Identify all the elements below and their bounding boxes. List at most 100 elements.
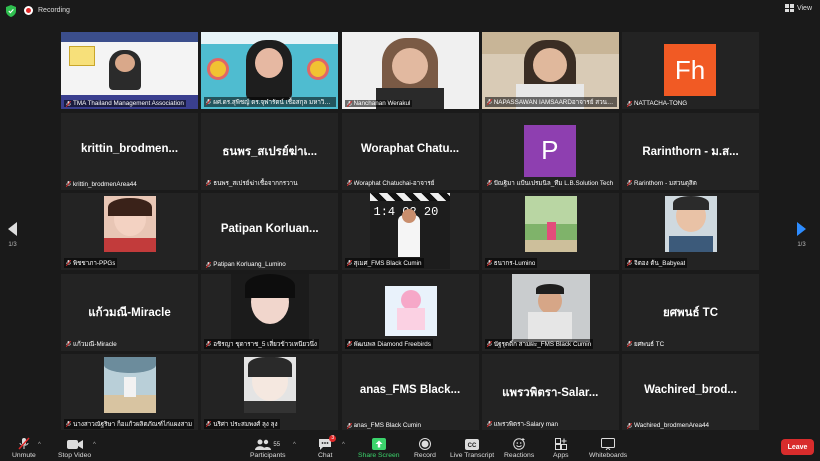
chat-label: Chat — [318, 452, 333, 459]
participant-tile[interactable]: ผศ.ดร.สุพิชญ์ ดร.จุฬารัตน์ เชื้อสกุล มหา… — [201, 32, 339, 109]
reactions-button[interactable]: Reactions — [504, 437, 534, 459]
recording-label: Recording — [38, 7, 70, 14]
microphone-muted-icon — [206, 99, 212, 105]
audio-options-caret-icon[interactable]: ^ — [38, 442, 41, 448]
participant-tile[interactable]: แพรวพิตรา-Salar... แพรวพิตรา-Salary man — [481, 354, 619, 431]
participant-name-text: Patipan Korluang_Lumino — [213, 261, 286, 268]
participant-tile[interactable]: ยศพนธ์ TC ยศพนธ์ TC — [622, 273, 759, 351]
microphone-muted-icon — [627, 422, 632, 429]
participant-tile[interactable]: ธนพร_สเปรย์ฆ่าเ... ธนพร_สเปรย์ฆ่าเชื้อจาก… — [201, 112, 339, 190]
video-camera-icon — [66, 440, 83, 449]
share-screen-label: Share Screen — [358, 452, 400, 459]
participant-name-label: Woraphat Chatuchai-อาจารย์ — [345, 178, 437, 188]
participant-display-name: krittin_brodmen... — [80, 142, 179, 155]
participant-name-label: แก้วมณี-Miracle — [64, 339, 119, 349]
video-options-caret-icon[interactable]: ^ — [93, 442, 96, 448]
microphone-muted-icon — [66, 100, 71, 107]
stop-video-button[interactable]: Stop Video — [58, 439, 91, 459]
view-label: View — [796, 4, 812, 12]
previous-page-button[interactable]: 1/3 — [8, 222, 17, 248]
participant-display-name: Wachired_brod... — [644, 384, 737, 396]
record-icon — [418, 438, 431, 450]
participants-count: 55 — [273, 441, 281, 448]
participants-options-caret-icon[interactable]: ^ — [293, 442, 296, 448]
participant-display-name: แก้วมณี-Miracle — [88, 306, 171, 319]
participant-name-text: นริศา ประสมพงศ์ ลุง ลุง — [213, 421, 278, 428]
microphone-muted-icon — [346, 422, 352, 429]
participant-name-label: ผศ.ดร.สุพิชญ์ ดร.จุฬารัตน์ เชื้อสกุล มหา… — [204, 97, 337, 107]
participant-name-text: ธนพร_สเปรย์ฆ่าเชื้อจากกรวาน — [213, 179, 298, 187]
participant-name-label: anas_FMS Black Cumin — [345, 422, 424, 429]
participant-tile[interactable]: NAPASSAWAN IAMSAARDอาจารย์ สวนดุสิต — [481, 32, 619, 109]
participant-tile[interactable]: Nanchanan Werakul — [341, 32, 479, 109]
microphone-muted-icon — [486, 179, 492, 186]
microphone-muted-icon — [346, 260, 352, 266]
participant-tile[interactable]: anas_FMS Black... anas_FMS Black Cumin — [341, 354, 479, 431]
microphone-muted-icon — [18, 437, 30, 450]
participant-tile[interactable]: 1:4 02 20สุเมศ_FMS Black Cumin — [341, 193, 479, 270]
participant-tile[interactable]: TMA Thailand Management Association — [61, 32, 198, 109]
unmute-label: Unmute — [12, 452, 36, 459]
participant-tile[interactable]: นางสาวณัฐริษา ก็อแก้วผลิตภัณฑ์ไก่แผงสาม — [61, 354, 198, 431]
apps-button[interactable]: Apps — [553, 438, 569, 459]
shield-icon[interactable] — [6, 5, 16, 17]
next-page-button[interactable]: 1/3 — [797, 222, 806, 248]
live-transcript-button[interactable]: CC Live Transcript — [450, 439, 494, 459]
participant-name-text: ธนากร-Lumino — [493, 260, 536, 267]
view-button[interactable]: View — [784, 4, 812, 12]
participant-tile[interactable]: P ปัณฐิมา แป้นเปรมนิล_ทีม L.B.Solution Te… — [481, 112, 619, 190]
participant-name-label: ยศพนธ์ TC — [625, 339, 666, 349]
leave-button[interactable]: Leave — [781, 439, 814, 455]
participant-name-label: นริศา ประสมพงศ์ ลุง ลุง — [204, 419, 280, 429]
participant-name-text: พัฒนพล Diamond Freebirds — [353, 340, 431, 348]
microphone-muted-icon — [66, 181, 71, 187]
unmute-button[interactable]: Unmute — [12, 437, 36, 459]
participant-gallery: TMA Thailand Management Association ผศ.ดร… — [61, 32, 759, 431]
whiteboard-icon — [601, 438, 616, 450]
apps-label: Apps — [553, 452, 569, 459]
participant-tile[interactable]: Fh NATTACHA-TONG — [622, 32, 759, 109]
participant-name-text: แพรวพิตรา-Salary man — [493, 421, 558, 428]
closed-caption-icon: CC — [465, 439, 480, 450]
participant-tile[interactable]: จิตอง ต้น_Babyeat — [622, 193, 759, 270]
record-button[interactable]: Record — [414, 438, 436, 459]
participant-display-name: แพรวพิตรา-Salar... — [502, 387, 599, 399]
participant-tile[interactable]: พัฒนพล Diamond Freebirds — [341, 273, 479, 351]
share-screen-button[interactable]: Share Screen — [358, 438, 400, 459]
participant-name-label: ปัณฐิมา แป้นเปรมนิล_ทีม L.B.Solution Tec… — [485, 178, 615, 188]
microphone-muted-icon — [66, 421, 71, 427]
participants-label: Participants — [250, 452, 286, 459]
chat-button[interactable]: 3 Chat — [318, 435, 337, 459]
participant-tile[interactable]: Patipan Korluan... Patipan Korluang_Lumin… — [201, 193, 339, 270]
participant-name-text: อชิรญา ชุดาราช_5 เสี่ยวข้าวเหนียวนึ่ง — [213, 340, 317, 348]
participants-button[interactable]: 55 Participants — [250, 439, 286, 459]
participant-tile[interactable]: แก้วมณี-Miracle แก้วมณี-Miracle — [61, 273, 198, 351]
participant-name-label: Rarinthorn - มสวนดุสิต — [625, 178, 699, 188]
participant-tile[interactable]: Rarinthorn - ม.ส... Rarinthorn - มสวนดุสิ… — [622, 112, 759, 190]
participant-tile[interactable]: ธนากร-Lumino — [481, 193, 619, 270]
participant-tile[interactable]: krittin_brodmen... krittin_brodmenArea44 — [61, 112, 198, 190]
record-label: Record — [414, 452, 436, 459]
microphone-muted-icon — [486, 260, 492, 266]
live-transcript-label: Live Transcript — [450, 452, 495, 459]
participant-tile[interactable]: Woraphat Chatu... Woraphat Chatuchai-อาจา… — [341, 112, 479, 190]
participant-name-text: krittin_brodmenArea44 — [73, 180, 137, 188]
page-indicator-right: 1/3 — [797, 242, 806, 248]
participant-display-name: ธนพร_สเปรย์ฆ่าเ... — [222, 145, 318, 158]
arrow-left-icon — [8, 222, 17, 236]
chat-badge: 3 — [329, 435, 337, 442]
participant-tile[interactable]: อชิรญา ชุดาราช_5 เสี่ยวข้าวเหนียวนึ่ง — [201, 273, 339, 351]
participant-tile[interactable]: พิชชาภา-PPGs — [61, 193, 198, 270]
participant-tile[interactable]: นัฐรุตติ์ก สามผะ_FMS Black Cumin — [481, 273, 619, 351]
participant-tile[interactable]: นริศา ประสมพงศ์ ลุง ลุง — [201, 354, 339, 431]
participant-display-name: Patipan Korluan... — [220, 223, 319, 235]
whiteboards-button[interactable]: Whiteboards — [589, 438, 627, 459]
participant-tile[interactable]: Wachired_brod... Wachired_brodmenArea44 — [622, 354, 759, 431]
recording-indicator[interactable]: Recording — [24, 6, 70, 15]
participant-name-label: ธนพร_สเปรย์ฆ่าเชื้อจากกรวาน — [204, 178, 299, 188]
stop-video-label: Stop Video — [58, 452, 92, 459]
chat-options-caret-icon[interactable]: ^ — [342, 442, 345, 448]
participant-name-text: ยศพนธ์ TC — [634, 340, 665, 348]
top-bar: Recording View — [0, 0, 820, 22]
microphone-muted-icon — [206, 179, 212, 186]
